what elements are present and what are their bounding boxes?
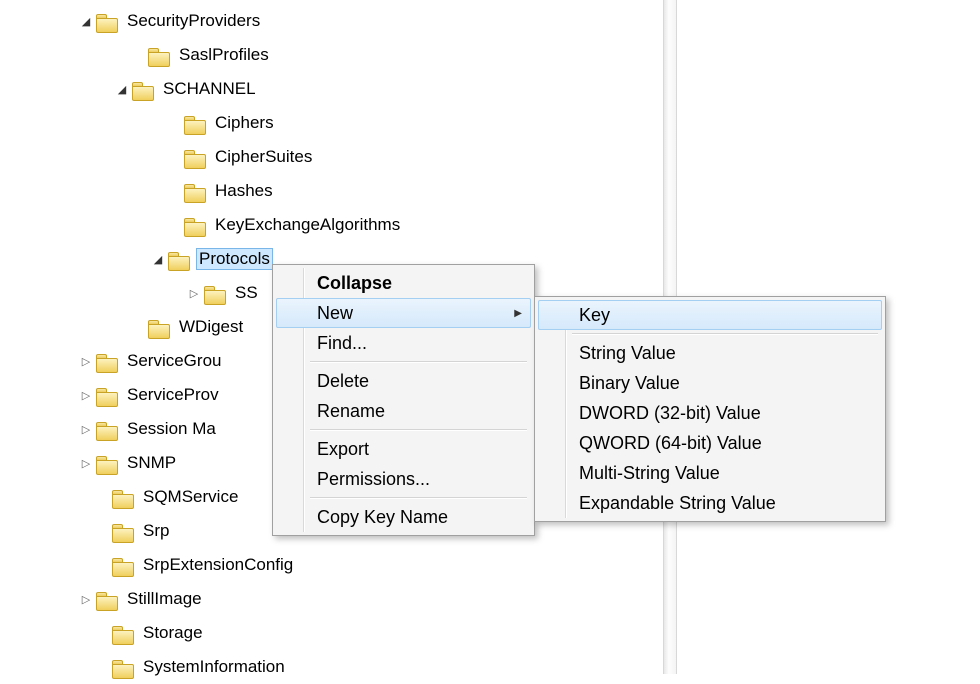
menu-label: Multi-String Value bbox=[579, 463, 720, 484]
folder-icon bbox=[148, 46, 170, 64]
tree-label: ServiceProv bbox=[124, 384, 222, 406]
tree-item-saslprofiles[interactable]: SaslProfiles bbox=[0, 38, 980, 72]
collapse-icon[interactable]: ◢ bbox=[78, 15, 94, 28]
context-menu: Collapse New ▶ Find... Delete Rename Exp… bbox=[272, 264, 535, 536]
folder-icon bbox=[184, 182, 206, 200]
submenu-arrow-icon: ▶ bbox=[514, 308, 522, 319]
menu-item-find[interactable]: Find... bbox=[276, 328, 531, 358]
tree-label: Srp bbox=[140, 520, 172, 542]
folder-icon bbox=[112, 488, 134, 506]
menu-label: Permissions... bbox=[317, 469, 430, 490]
menu-separator bbox=[310, 361, 527, 363]
menu-item-collapse[interactable]: Collapse bbox=[276, 268, 531, 298]
menu-item-qword[interactable]: QWORD (64-bit) Value bbox=[538, 428, 882, 458]
tree-label: KeyExchangeAlgorithms bbox=[212, 214, 403, 236]
tree-item-securityproviders[interactable]: ◢ SecurityProviders bbox=[0, 4, 980, 38]
tree-label: Storage bbox=[140, 622, 206, 644]
folder-icon bbox=[96, 12, 118, 30]
menu-item-permissions[interactable]: Permissions... bbox=[276, 464, 531, 494]
menu-separator bbox=[572, 333, 878, 335]
tree-item-hashes[interactable]: Hashes bbox=[0, 174, 980, 208]
folder-icon bbox=[132, 80, 154, 98]
tree-label: SQMService bbox=[140, 486, 241, 508]
expand-icon[interactable]: ▷ bbox=[186, 287, 202, 300]
menu-label: Rename bbox=[317, 401, 385, 422]
folder-icon bbox=[96, 420, 118, 438]
submenu-new: Key String Value Binary Value DWORD (32-… bbox=[534, 296, 886, 522]
folder-icon bbox=[112, 522, 134, 540]
tree-label-selected: Protocols bbox=[196, 248, 273, 270]
menu-item-delete[interactable]: Delete bbox=[276, 366, 531, 396]
expand-icon[interactable]: ▷ bbox=[78, 423, 94, 436]
tree-item-systeminformation[interactable]: SystemInformation bbox=[0, 650, 980, 684]
tree-label: SaslProfiles bbox=[176, 44, 272, 66]
tree-label: Hashes bbox=[212, 180, 276, 202]
tree-label: StillImage bbox=[124, 588, 205, 610]
menu-item-string-value[interactable]: String Value bbox=[538, 338, 882, 368]
folder-icon bbox=[112, 658, 134, 676]
menu-item-binary-value[interactable]: Binary Value bbox=[538, 368, 882, 398]
expand-icon[interactable]: ▷ bbox=[78, 593, 94, 606]
menu-label: Copy Key Name bbox=[317, 507, 448, 528]
menu-item-expandable-string[interactable]: Expandable String Value bbox=[538, 488, 882, 518]
menu-label: Key bbox=[579, 305, 610, 326]
tree-label: SecurityProviders bbox=[124, 10, 263, 32]
folder-icon bbox=[96, 386, 118, 404]
tree-label: SystemInformation bbox=[140, 656, 288, 678]
tree-item-keyexchangealgorithms[interactable]: KeyExchangeAlgorithms bbox=[0, 208, 980, 242]
menu-label: DWORD (32-bit) Value bbox=[579, 403, 761, 424]
folder-icon bbox=[148, 318, 170, 336]
menu-item-new[interactable]: New ▶ bbox=[276, 298, 531, 328]
menu-label: Binary Value bbox=[579, 373, 680, 394]
menu-item-export[interactable]: Export bbox=[276, 434, 531, 464]
folder-icon bbox=[112, 556, 134, 574]
tree-label: SS bbox=[232, 282, 261, 304]
menu-label: New bbox=[317, 303, 353, 324]
menu-label: Expandable String Value bbox=[579, 493, 776, 514]
tree-item-stillimage[interactable]: ▷ StillImage bbox=[0, 582, 980, 616]
menu-label: QWORD (64-bit) Value bbox=[579, 433, 762, 454]
menu-separator bbox=[310, 429, 527, 431]
folder-icon bbox=[184, 216, 206, 234]
menu-label: Export bbox=[317, 439, 369, 460]
tree-label: WDigest bbox=[176, 316, 246, 338]
tree-label: CipherSuites bbox=[212, 146, 315, 168]
collapse-icon[interactable]: ◢ bbox=[150, 253, 166, 266]
tree-label: SCHANNEL bbox=[160, 78, 259, 100]
tree-label: SNMP bbox=[124, 452, 179, 474]
folder-icon bbox=[184, 148, 206, 166]
collapse-icon[interactable]: ◢ bbox=[114, 83, 130, 96]
tree-label: Ciphers bbox=[212, 112, 277, 134]
menu-label: Find... bbox=[317, 333, 367, 354]
menu-label: Collapse bbox=[317, 273, 392, 294]
menu-item-multi-string[interactable]: Multi-String Value bbox=[538, 458, 882, 488]
tree-item-schannel[interactable]: ◢ SCHANNEL bbox=[0, 72, 980, 106]
tree-label: Session Ma bbox=[124, 418, 219, 440]
tree-label: ServiceGrou bbox=[124, 350, 224, 372]
menu-separator bbox=[310, 497, 527, 499]
tree-item-ciphers[interactable]: Ciphers bbox=[0, 106, 980, 140]
tree-item-ciphersuites[interactable]: CipherSuites bbox=[0, 140, 980, 174]
tree-item-storage[interactable]: Storage bbox=[0, 616, 980, 650]
menu-item-copy-key-name[interactable]: Copy Key Name bbox=[276, 502, 531, 532]
menu-item-key[interactable]: Key bbox=[538, 300, 882, 330]
expand-icon[interactable]: ▷ bbox=[78, 457, 94, 470]
menu-label: String Value bbox=[579, 343, 676, 364]
folder-icon bbox=[96, 454, 118, 472]
folder-icon bbox=[96, 352, 118, 370]
menu-item-dword[interactable]: DWORD (32-bit) Value bbox=[538, 398, 882, 428]
menu-item-rename[interactable]: Rename bbox=[276, 396, 531, 426]
tree-label: SrpExtensionConfig bbox=[140, 554, 296, 576]
expand-icon[interactable]: ▷ bbox=[78, 355, 94, 368]
tree-item-srpextensionconfig[interactable]: SrpExtensionConfig bbox=[0, 548, 980, 582]
menu-label: Delete bbox=[317, 371, 369, 392]
folder-icon bbox=[184, 114, 206, 132]
folder-icon bbox=[204, 284, 226, 302]
folder-icon bbox=[96, 590, 118, 608]
folder-icon bbox=[168, 250, 190, 268]
expand-icon[interactable]: ▷ bbox=[78, 389, 94, 402]
folder-icon bbox=[112, 624, 134, 642]
